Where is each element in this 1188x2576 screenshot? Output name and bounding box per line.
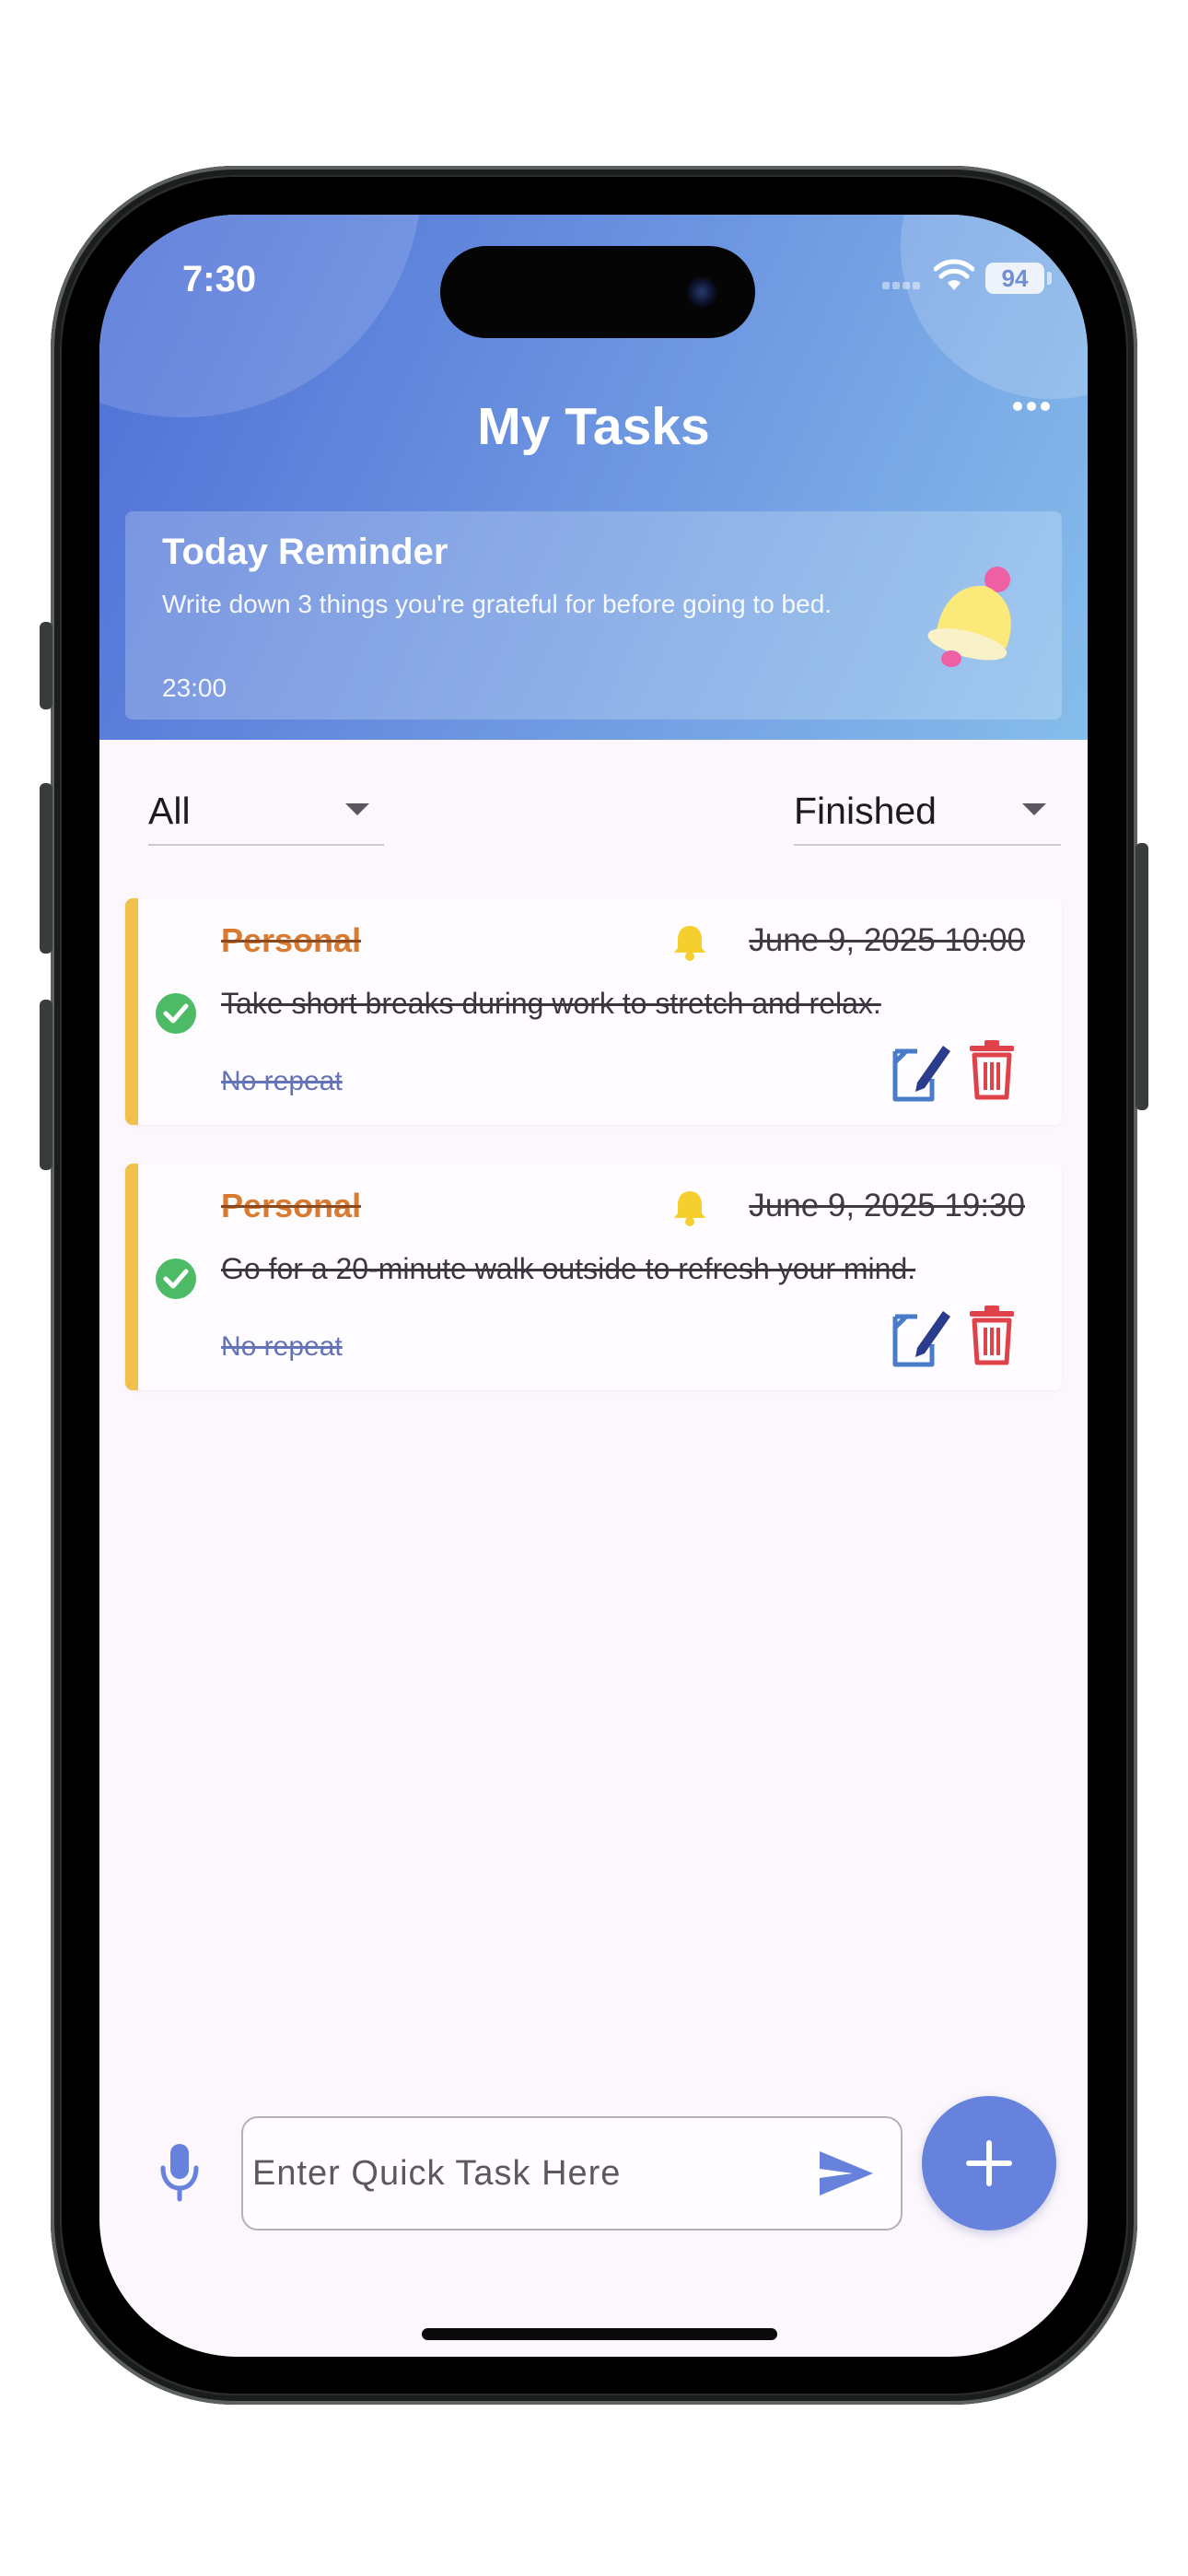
home-indicator [422,2328,777,2340]
task-card[interactable]: Personal June 9, 2025 19:30 Go for a 20-… [125,1164,1062,1390]
completed-check-icon[interactable] [155,992,197,1035]
task-priority-bar [125,898,138,1125]
wifi-icon [934,259,974,290]
status-filter-dropdown[interactable]: Finished [794,772,1061,846]
add-task-button[interactable] [922,2096,1056,2231]
today-reminder-card[interactable]: Today Reminder Write down 3 things you'r… [125,511,1062,720]
reminder-text: Write down 3 things you're grateful for … [162,590,833,618]
task-datetime: June 9, 2025 10:00 [749,922,1025,958]
task-category: Personal [221,1187,362,1224]
status-filter-value: Finished [794,790,937,832]
reminder-title: Today Reminder [162,532,448,572]
status-time: 7:30 [182,259,257,299]
page-title: My Tasks [477,397,710,456]
header-decoration [901,215,1088,399]
edit-icon[interactable] [890,1038,954,1105]
dropdown-arrow-icon [345,803,369,815]
task-description: Go for a 20-minute walk outside to refre… [221,1252,916,1285]
task-priority-bar [125,1164,138,1390]
task-card[interactable]: Personal June 9, 2025 10:00 Take short b… [125,898,1062,1125]
plus-icon [966,2140,1012,2186]
cellular-signal-icon [882,277,923,289]
dropdown-arrow-icon [1022,803,1046,815]
dynamic-island [440,246,755,338]
task-repeat: No repeat [221,1331,343,1362]
delete-icon[interactable] [968,1304,1016,1366]
completed-check-icon[interactable] [155,1258,197,1300]
volume-up-button [40,783,52,954]
header: 7:30 94 My Tasks Today Reminder Write do… [99,215,1088,740]
battery-indicator: 94 [985,263,1044,294]
task-category: Personal [221,921,362,959]
alarm-bell-icon [674,926,705,961]
send-icon[interactable] [818,2148,875,2199]
camera-icon [685,275,718,309]
volume-down-button [40,1000,52,1170]
category-filter-dropdown[interactable]: All [148,772,384,846]
task-description: Take short breaks during work to stretch… [221,987,881,1020]
quick-task-input[interactable] [252,2146,805,2201]
action-button [40,622,52,709]
category-filter-value: All [148,790,191,832]
task-datetime: June 9, 2025 19:30 [749,1188,1025,1224]
microphone-icon[interactable] [157,2140,203,2205]
reminder-time: 23:00 [162,673,227,702]
quick-task-field[interactable] [241,2116,903,2231]
app-screen: 7:30 94 My Tasks Today Reminder Write do… [99,215,1088,2357]
battery-tip [1047,272,1052,285]
task-repeat: No repeat [221,1066,343,1096]
power-button [1136,843,1148,1110]
bell-icon [927,567,1011,667]
alarm-bell-icon [674,1191,705,1226]
edit-icon[interactable] [890,1304,954,1370]
header-decoration [99,215,422,417]
delete-icon[interactable] [968,1038,1016,1101]
